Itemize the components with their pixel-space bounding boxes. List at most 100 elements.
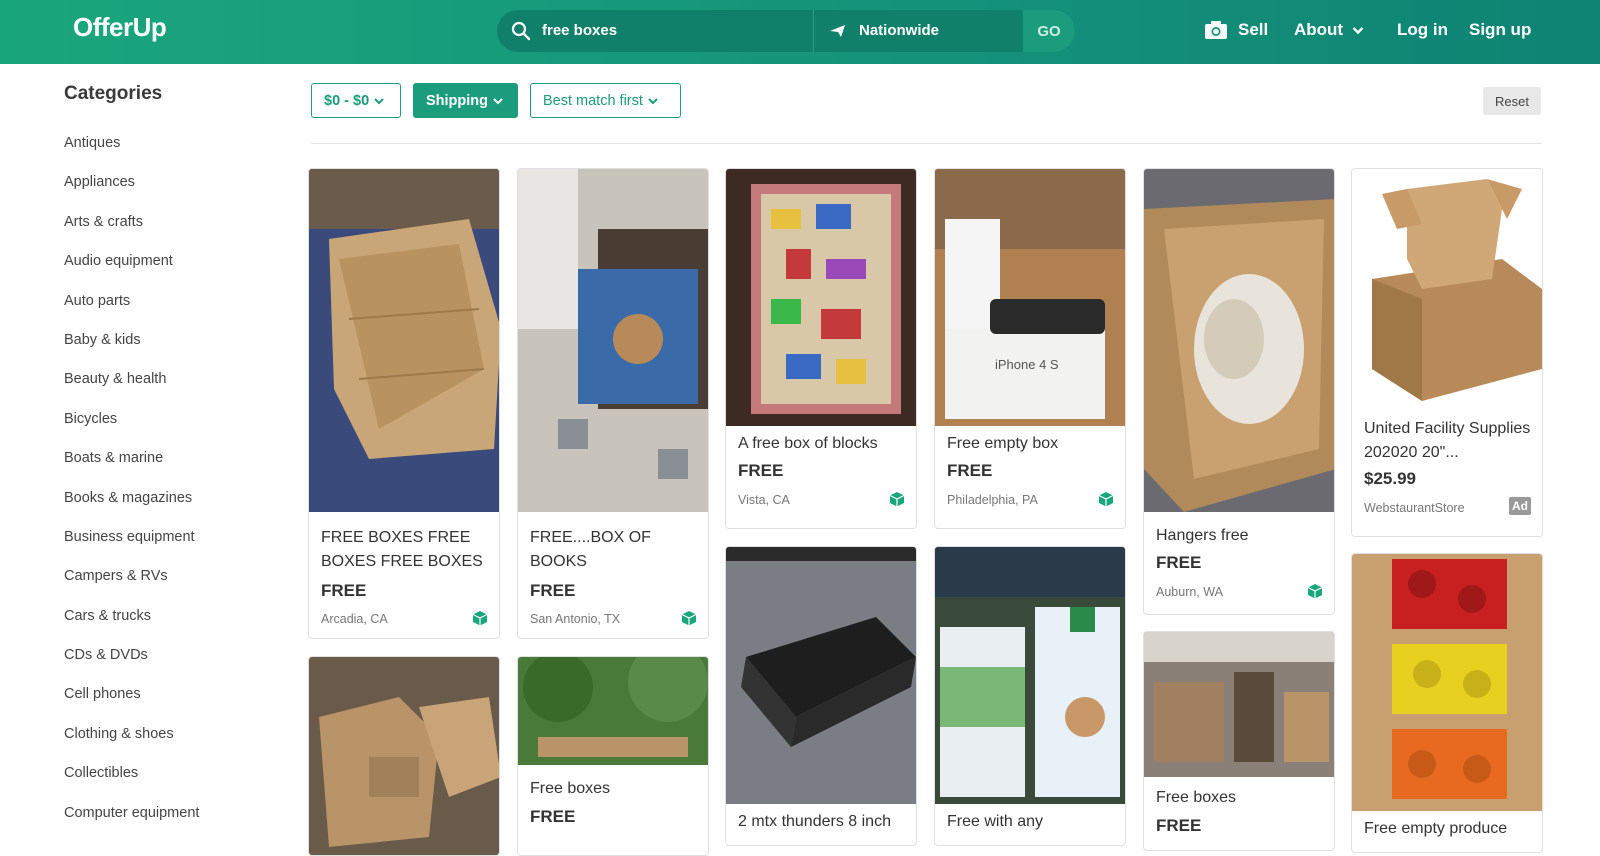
shipping-box-icon: [472, 611, 488, 626]
location-arrow-icon: [830, 25, 845, 37]
listing-card[interactable]: 2 mtx thunders 8 inch: [725, 546, 917, 846]
listing-location: Vista, CA: [738, 493, 790, 507]
listing-price: FREE: [530, 581, 576, 600]
listing-image: [518, 657, 708, 765]
listing-image: [935, 547, 1125, 804]
shipping-filter-label: Shipping: [426, 92, 489, 109]
listing-image: [1144, 169, 1334, 512]
chevron-down-icon: [493, 97, 503, 104]
offerup-logo[interactable]: OfferUp: [73, 12, 167, 43]
listing-image: [309, 657, 499, 855]
nav-about-link[interactable]: About: [1294, 20, 1343, 40]
nav-sell-link[interactable]: Sell: [1238, 20, 1268, 40]
shipping-box-icon: [1307, 584, 1323, 599]
category-item[interactable]: Clothing & shoes: [64, 724, 199, 763]
listing-title: FREE BOXES FREE BOXES FREE BOXES: [321, 529, 483, 570]
ad-badge: Ad: [1509, 497, 1531, 515]
shipping-box-icon: [889, 492, 905, 507]
category-item[interactable]: Auto parts: [64, 291, 199, 330]
category-item[interactable]: Campers & RVs: [64, 566, 199, 605]
search-bar: free boxes Nationwide GO: [497, 10, 1075, 52]
search-go-button[interactable]: GO: [1023, 10, 1075, 52]
category-item[interactable]: Cars & trucks: [64, 606, 199, 645]
listing-image: [1144, 632, 1334, 777]
listing-title: Free empty produce: [1364, 820, 1508, 837]
listing-image: [726, 547, 916, 804]
listing-price: FREE: [1156, 816, 1202, 835]
category-item[interactable]: Beauty & health: [64, 369, 199, 408]
category-list: Antiques Appliances Arts & crafts Audio …: [64, 133, 199, 842]
listing-location: Arcadia, CA: [321, 612, 388, 626]
price-filter-button[interactable]: $0 - $0: [311, 83, 401, 118]
listing-price: FREE: [947, 461, 993, 480]
sort-label: Best match first: [543, 92, 643, 109]
listing-image: [1352, 169, 1542, 409]
nav-signup-link[interactable]: Sign up: [1469, 20, 1531, 40]
listing-location: Auburn, WA: [1156, 585, 1223, 599]
categories-heading: Categories: [64, 83, 163, 104]
category-item[interactable]: Arts & crafts: [64, 212, 199, 251]
listing-title: FREE....BOX OF BOOKS: [530, 529, 651, 570]
category-item[interactable]: CDs & DVDs: [64, 645, 199, 684]
search-query-field[interactable]: free boxes: [497, 10, 812, 52]
chevron-down-icon[interactable]: [1352, 26, 1364, 35]
search-input[interactable]: free boxes: [542, 22, 617, 39]
category-item[interactable]: Cell phones: [64, 684, 199, 723]
listing-card[interactable]: [308, 656, 500, 856]
ad-listing-card[interactable]: United Facility Supplies 202020 20"... $…: [1351, 168, 1543, 537]
listing-title: Free boxes: [1156, 789, 1237, 806]
search-icon: [511, 21, 531, 41]
listing-price: FREE: [1156, 553, 1202, 572]
listing-card[interactable]: iPhone 4 S Free empty box FREE Philadelp…: [934, 168, 1126, 529]
listing-title: Free empty box: [947, 435, 1059, 452]
listing-title: Hangers free: [1156, 527, 1249, 544]
listing-card[interactable]: A free box of blocks FREE Vista, CA: [725, 168, 917, 529]
shipping-box-icon: [681, 611, 697, 626]
camera-icon[interactable]: [1204, 20, 1228, 40]
ad-title: United Facility Supplies 202020 20"...: [1364, 420, 1531, 461]
listing-price: FREE: [321, 581, 367, 600]
chevron-down-icon: [648, 97, 658, 104]
listing-card[interactable]: Free empty produce: [1351, 553, 1543, 853]
category-item[interactable]: Bicycles: [64, 409, 199, 448]
chevron-down-icon: [374, 97, 384, 104]
ad-seller-link[interactable]: WebstaurantStore: [1364, 501, 1465, 515]
category-item[interactable]: Computer equipment: [64, 803, 199, 842]
top-header: OfferUp free boxes Nationwide GO Sell Ab…: [0, 0, 1600, 64]
shipping-box-icon: [1098, 492, 1114, 507]
location-input[interactable]: Nationwide: [859, 22, 939, 39]
ad-price: $25.99: [1364, 469, 1416, 488]
category-item[interactable]: Boats & marine: [64, 448, 199, 487]
listing-location: San Antonio, TX: [530, 612, 621, 626]
listing-card[interactable]: Hangers free FREE Auburn, WA: [1143, 168, 1335, 615]
listing-price: FREE: [530, 807, 576, 826]
listing-card[interactable]: Free boxes FREE: [517, 656, 709, 856]
box-print-text: iPhone 4 S: [995, 357, 1059, 372]
listing-card[interactable]: Free boxes FREE: [1143, 631, 1335, 851]
category-item[interactable]: Collectibles: [64, 763, 199, 802]
category-item[interactable]: Business equipment: [64, 527, 199, 566]
sort-dropdown[interactable]: Best match first: [530, 83, 681, 118]
listing-image: [309, 169, 499, 512]
listing-image: [518, 169, 708, 512]
reset-button[interactable]: Reset: [1483, 87, 1541, 115]
category-item[interactable]: Books & magazines: [64, 488, 199, 527]
shipping-filter-button[interactable]: Shipping: [413, 83, 518, 118]
price-filter-label: $0 - $0: [324, 92, 370, 109]
category-item[interactable]: Appliances: [64, 172, 199, 211]
location-field[interactable]: Nationwide: [813, 10, 1023, 52]
listing-card[interactable]: FREE BOXES FREE BOXES FREE BOXES FREE Ar…: [308, 168, 500, 639]
category-item[interactable]: Antiques: [64, 133, 199, 172]
listing-location: Philadelphia, PA: [947, 493, 1038, 507]
listing-title: 2 mtx thunders 8 inch: [738, 813, 891, 830]
listing-card[interactable]: FREE....BOX OF BOOKS FREE San Antonio, T…: [517, 168, 709, 639]
listing-card[interactable]: Free with any: [934, 546, 1126, 846]
category-item[interactable]: Audio equipment: [64, 251, 199, 290]
listing-price: FREE: [738, 461, 784, 480]
listing-image: [726, 169, 916, 426]
listing-title: Free with any: [947, 813, 1044, 830]
divider: [311, 143, 1542, 144]
category-item[interactable]: Baby & kids: [64, 330, 199, 369]
nav-login-link[interactable]: Log in: [1397, 20, 1448, 40]
listing-title: Free boxes: [530, 780, 611, 797]
